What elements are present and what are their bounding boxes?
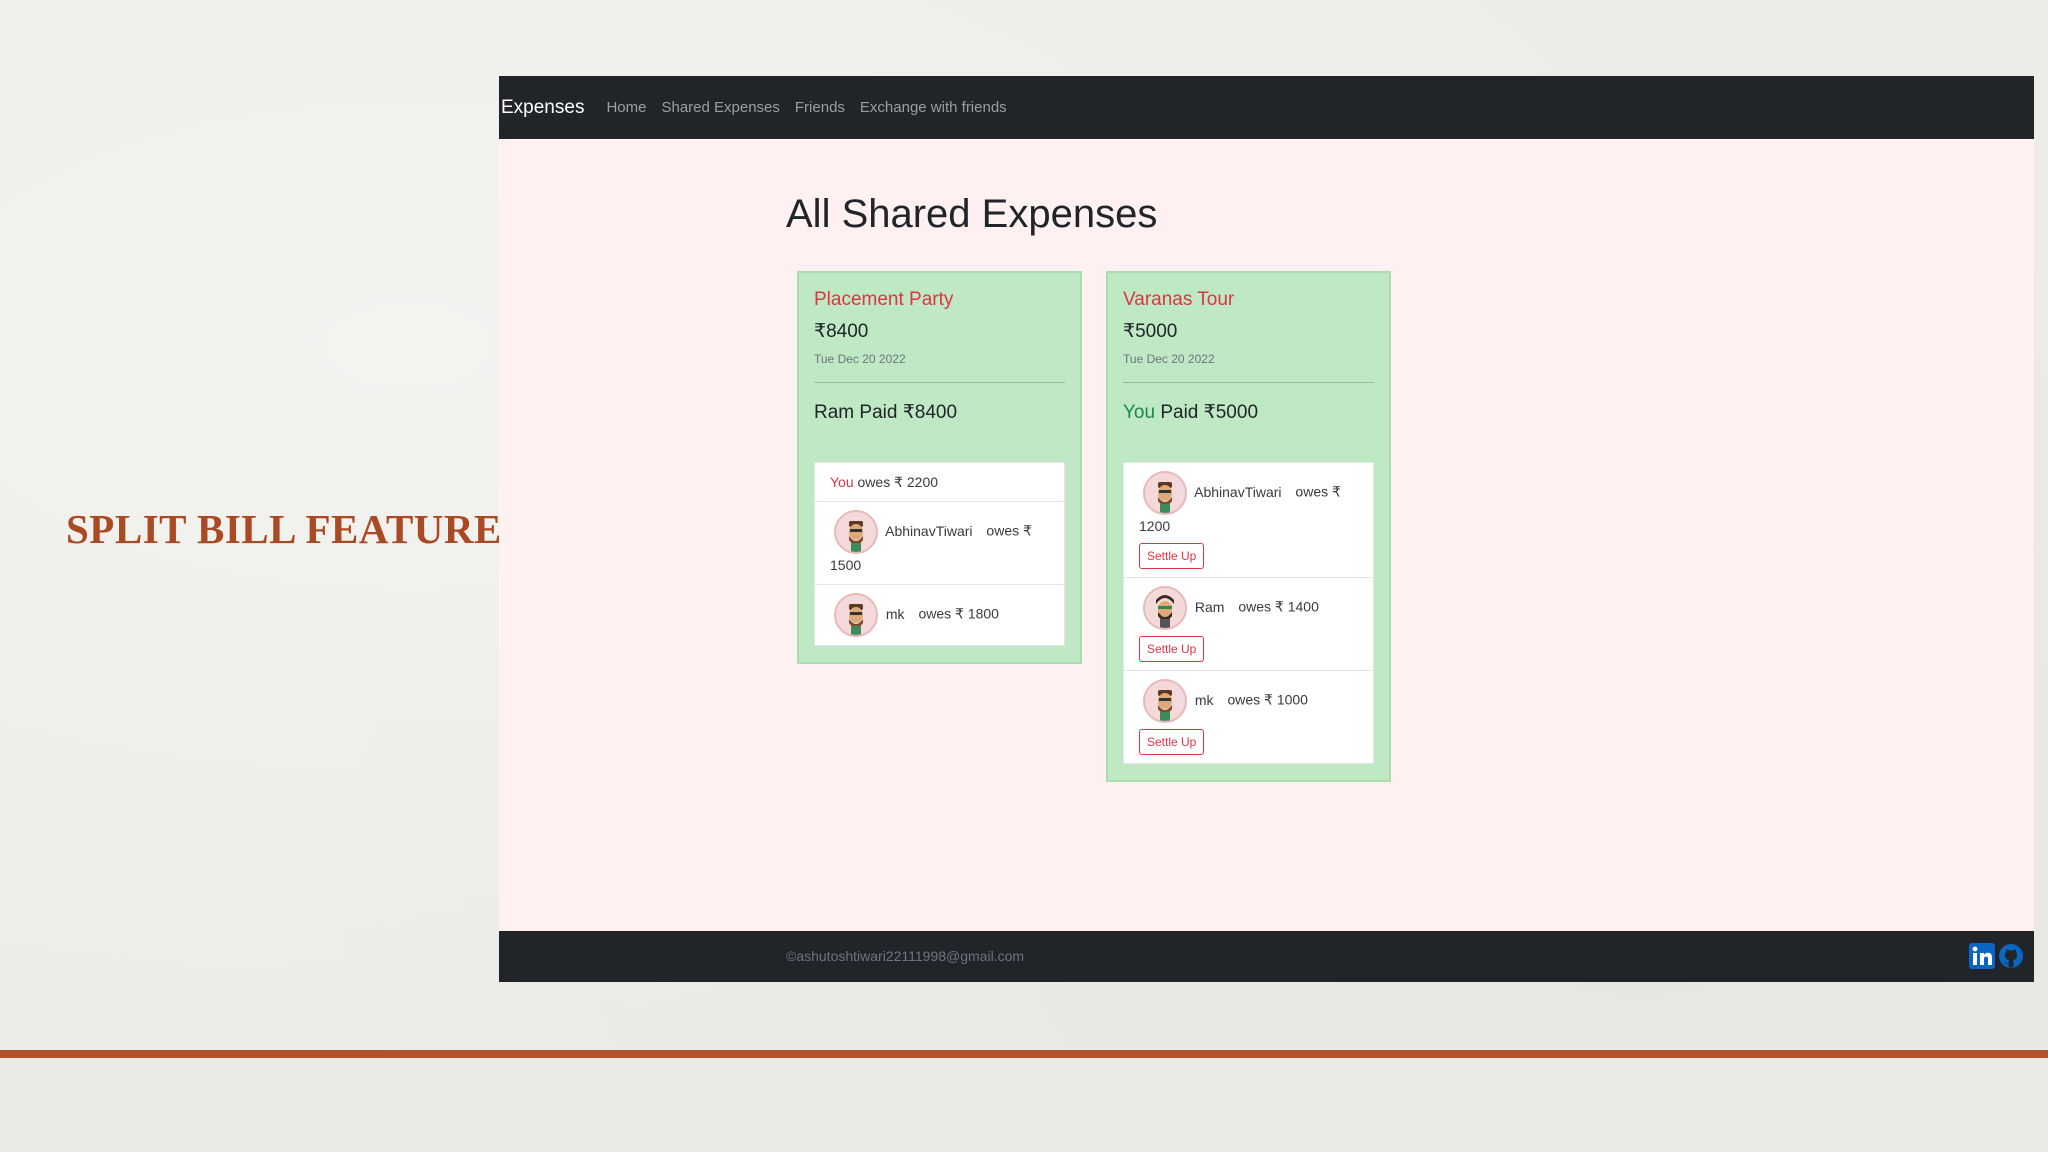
footer: ©ashutoshtiwari22111998@gmail.com [499,931,2034,982]
member-list: You owes ₹ 2200 AbhinavTiwari owes ₹ 150… [814,462,1065,646]
expense-card: Varanas Tour ₹5000 Tue Dec 20 2022 You P… [1106,271,1391,782]
settle-up-button[interactable]: Settle Up [1139,636,1205,662]
member-owes: owes ₹ 1400 [1238,598,1319,615]
navbar-brand[interactable]: Expenses [501,97,584,119]
avatar [834,510,878,554]
navbar: Expenses Home Shared Expenses Friends Ex… [499,76,2034,139]
payer-name: You [1123,402,1156,423]
card-divider [1123,382,1374,383]
settle-up-button[interactable]: Settle Up [1139,543,1205,569]
list-item: mk owes ₹ 1800 [815,585,1064,645]
list-item: AbhinavTiwari owes ₹ 1200 Settle Up [1124,463,1373,578]
member-name: Ram [1194,598,1225,615]
member-name: AbhinavTiwari [885,522,973,539]
nav-link-exchange[interactable]: Exchange with friends [860,99,1007,116]
member-owes: owes ₹ 1000 [1227,691,1308,708]
nav-link-home[interactable]: Home [606,99,646,116]
paid-amount: Paid ₹5000 [1160,402,1259,423]
avatar [834,593,878,637]
nav-link-shared-expenses[interactable]: Shared Expenses [661,99,779,116]
expense-date: Tue Dec 20 2022 [814,352,906,366]
list-item: You owes ₹ 2200 [815,463,1064,502]
member-name: mk [885,605,905,622]
paid-summary: You Paid ₹5000 [1123,401,1374,424]
expense-card: Placement Party ₹8400 Tue Dec 20 2022 Ra… [797,271,1082,664]
list-item: AbhinavTiwari owes ₹ 1500 [815,502,1064,585]
member-name: You [830,474,854,490]
slide-bottom-band [0,1058,2048,1152]
member-owes: owes ₹ 2200 [857,474,939,490]
member-name: mk [1194,691,1214,708]
slide-title: SPLIT BILL FEATURE [66,506,502,552]
settle-up-button[interactable]: Settle Up [1139,729,1205,755]
paid-summary: Ram Paid ₹8400 [814,401,1065,424]
expense-amount: ₹5000 [1123,321,1178,342]
expense-title: Varanas Tour [1123,289,1235,310]
list-item: Ram owes ₹ 1400 Settle Up [1124,578,1373,671]
card-divider [814,382,1065,383]
page-title: All Shared Expenses [786,192,1158,236]
footer-icons [1969,943,2024,969]
nav-link-friends[interactable]: Friends [795,99,845,116]
list-item: mk owes ₹ 1000 Settle Up [1124,671,1373,763]
avatar [1143,471,1187,515]
expense-title: Placement Party [814,289,954,310]
slide-divider [0,1050,2048,1058]
linkedin-icon[interactable] [1969,943,1995,969]
app-screenshot: Expenses Home Shared Expenses Friends Ex… [499,76,2034,982]
payer-name: Ram [814,402,855,423]
member-list: AbhinavTiwari owes ₹ 1200 Settle Up Ram … [1123,462,1374,764]
avatar [1143,586,1187,630]
member-name: AbhinavTiwari [1194,483,1282,500]
expense-date: Tue Dec 20 2022 [1123,352,1215,366]
avatar [1143,679,1187,723]
paid-amount: Paid ₹8400 [859,402,958,423]
footer-email: ©ashutoshtiwari22111998@gmail.com [786,948,1025,964]
expense-amount: ₹8400 [814,321,869,342]
github-icon[interactable] [1998,943,2024,969]
member-owes: owes ₹ 1800 [918,605,999,622]
